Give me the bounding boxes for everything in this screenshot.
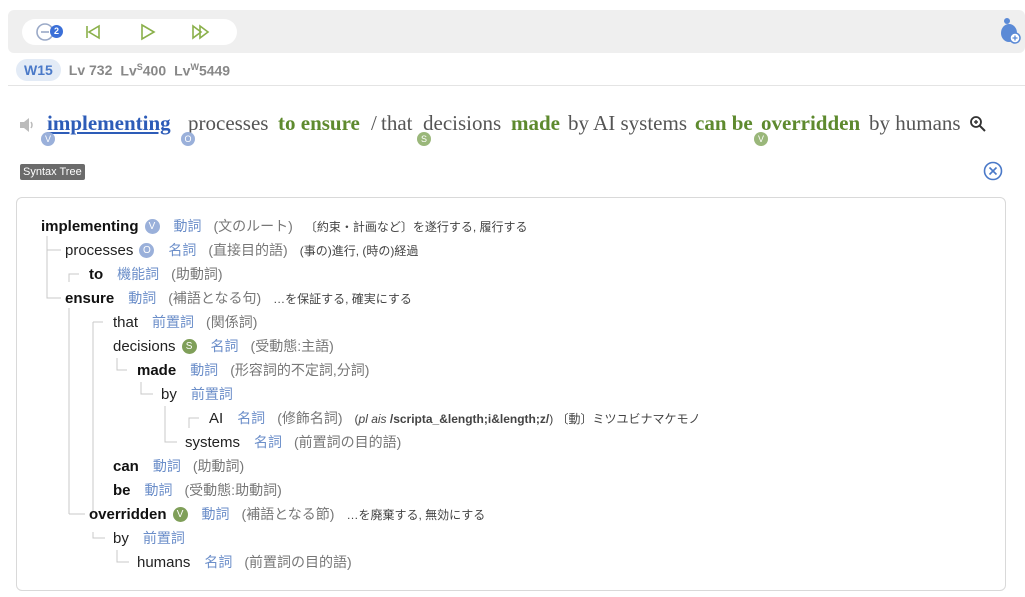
sentence-word-to-ensure[interactable]: to ensure [278,111,360,136]
word-count-chip: W15 [16,59,61,81]
tree-row-that[interactable]: that 前置詞 (関係詞) [113,312,257,332]
tree-row-by[interactable]: by 前置詞 [161,384,233,404]
sentence-word-can-be[interactable]: can be [695,111,753,136]
sentence-word-by-ai-systems[interactable]: by AI systems [568,111,687,136]
sentence-slash: / [371,111,377,135]
tree-row-implementing[interactable]: implementing V 動詞 (文のルート) 〔約束・計画など〕を遂行する, 履… [41,216,528,236]
level-total: Lv 732 [68,62,113,78]
tree-row-systems[interactable]: systems 名詞 (前置詞の目的語) [185,432,401,452]
tree-row-ai[interactable]: AI 名詞 (修飾名詞) (pl ais /scripta_&length;i&l… [209,408,701,428]
playback-controls: 2 [22,19,237,45]
zoom-icon[interactable] [969,114,987,139]
level-w: LvW5449 [174,61,231,79]
speed-badge: 2 [50,25,63,38]
role-tag-v2: V [754,132,768,146]
sentence-word-overridden[interactable]: overridden [761,111,860,136]
syntax-tree-panel: implementing V 動詞 (文のルート) 〔約束・計画など〕を遂行する, 履… [16,197,1006,591]
divider [8,85,1025,86]
tree-row-processes[interactable]: processes O 名詞 (直接目的語) (事の)進行, (時の)経過 [65,240,418,260]
sentence-word-made[interactable]: made [511,111,560,136]
mascot-icon[interactable] [998,16,1022,46]
role-tag-v: V [41,132,55,146]
syntax-tree-label: Syntax Tree [20,164,85,180]
play-icon[interactable] [136,22,158,42]
tree-row-overridden[interactable]: overridden V 動詞 (補語となる節) …を廃棄する, 無効にする [89,504,485,524]
playback-toolbar: 2 [8,10,1025,53]
sentence-word-processes[interactable]: processes [188,111,268,136]
sentence-word-implementing[interactable]: implementing [47,111,171,136]
speaker-icon[interactable] [18,114,36,139]
tree-row-decisions[interactable]: decisions S 名詞 (受動態:主語) [113,336,334,356]
sentence-word-decisions[interactable]: decisions [423,111,501,136]
tree-row-ensure[interactable]: ensure 動詞 (補語となる句) …を保証する, 確実にする [65,288,412,308]
sentence-display: implementing processes to ensure / that … [16,108,1016,148]
role-tag-o: O [181,132,195,146]
sentence-word-by-humans[interactable]: by humans [869,111,961,136]
fast-forward-icon[interactable] [190,22,212,42]
sentence-word-that[interactable]: that [381,111,413,136]
tree-row-can[interactable]: can 動詞 (助動詞) [113,456,244,476]
tree-row-humans[interactable]: humans 名詞 (前置詞の目的語) [137,552,352,572]
tree-row-by-2[interactable]: by 前置詞 [113,528,185,548]
level-s: LvS400 [120,61,167,79]
level-indicators: W15 Lv 732 LvS400 LvW5449 [16,59,230,81]
close-icon[interactable] [983,161,1003,181]
tree-row-made[interactable]: made 動詞 (形容詞的不定詞,分詞) [137,360,369,380]
skip-back-icon[interactable] [82,22,104,42]
role-tag-s: S [417,132,431,146]
tree-row-be[interactable]: be 動詞 (受動態:助動詞) [113,480,282,500]
tree-row-to[interactable]: to 機能詞 (助動詞) [89,264,223,284]
